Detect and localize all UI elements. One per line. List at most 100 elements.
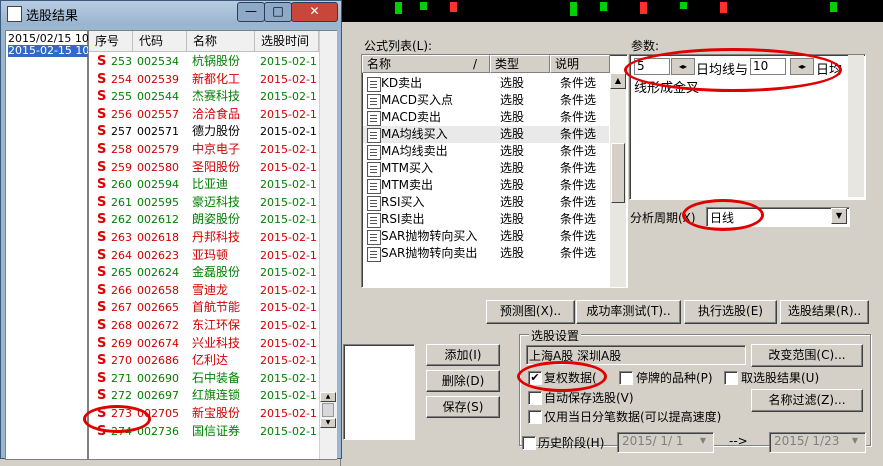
signal-marker: S bbox=[97, 124, 107, 140]
name-filter-button[interactable]: 名称过滤(Z)... bbox=[751, 389, 863, 412]
formula-row[interactable]: KD卖出 选股 条件选 bbox=[363, 75, 609, 92]
signal-marker: S bbox=[97, 71, 107, 87]
table-row[interactable]: S 261 002595 豪迈科技 2015-02-1 bbox=[89, 194, 319, 211]
history-checkbox[interactable] bbox=[522, 436, 536, 450]
table-row[interactable]: S 258 002579 中京电子 2015-02-1 bbox=[89, 141, 319, 158]
suspended-checkbox[interactable] bbox=[619, 371, 633, 385]
row-index: 272 bbox=[111, 389, 132, 403]
select-time: 2015-02-1 bbox=[260, 424, 317, 438]
stock-code: 002539 bbox=[137, 72, 179, 86]
formula-row[interactable]: MACD卖出 选股 条件选 bbox=[363, 109, 609, 126]
col-time[interactable]: 选股时间 bbox=[255, 31, 319, 52]
select-time: 2015-02-1 bbox=[260, 266, 317, 280]
formula-col-name[interactable]: 名称 / bbox=[362, 55, 490, 73]
result-window-titlebar[interactable]: 选股结果 — □ ✕ bbox=[1, 1, 341, 25]
result-scrollbar[interactable]: ▲ ▼ bbox=[319, 31, 337, 459]
select-time: 2015-02-1 bbox=[260, 107, 317, 121]
formula-type: 选股 bbox=[500, 127, 525, 141]
formula-row[interactable]: SAR抛物转向买入 选股 条件选 bbox=[363, 228, 609, 245]
chevron-down-icon[interactable]: ▼ bbox=[831, 208, 847, 224]
result-label: 取选股结果(U) bbox=[741, 371, 820, 385]
row-index: 263 bbox=[111, 231, 132, 244]
scroll-up-icon[interactable]: ▲ bbox=[610, 73, 626, 89]
success-test-button[interactable]: 成功率测试(T).. bbox=[576, 300, 681, 324]
col-code[interactable]: 代码 bbox=[133, 31, 187, 52]
scroll-down-icon[interactable]: ▼ bbox=[320, 418, 336, 428]
row-index: 267 bbox=[111, 301, 132, 315]
stock-code: 002697 bbox=[137, 389, 179, 403]
table-row[interactable]: S 259 002580 圣阳股份 2015-02-1 bbox=[89, 159, 319, 176]
col-index[interactable]: 序号 bbox=[89, 31, 133, 52]
table-row[interactable]: S 254 002539 新都化工 2015-02-1 bbox=[89, 71, 319, 88]
params-scrollbar[interactable] bbox=[848, 55, 864, 197]
save-button[interactable]: 保存(S) bbox=[426, 396, 500, 418]
formula-row[interactable]: RSI买入 选股 条件选 bbox=[363, 194, 609, 211]
formula-row[interactable]: MA均线卖出 选股 条件选 bbox=[363, 143, 609, 160]
stock-code: 002557 bbox=[137, 107, 179, 121]
formula-row[interactable]: RSI卖出 选股 条件选 bbox=[363, 211, 609, 228]
select-time: 2015-02-1 bbox=[260, 319, 317, 332]
formula-row[interactable]: MA均线买入 选股 条件选 bbox=[363, 126, 609, 143]
autosave-checkbox[interactable] bbox=[528, 391, 542, 405]
annotation-ellipse-params bbox=[624, 48, 842, 92]
date-arrow: --> bbox=[729, 434, 748, 448]
formula-list[interactable]: 名称 / 类型 说明 KD卖出 选股 条件选 MACD买入点 选股 条件选 MACD卖出 选股… bbox=[361, 54, 628, 288]
change-range-button[interactable]: 改变范围(C)... bbox=[751, 344, 863, 367]
formula-row[interactable]: MTM买入 选股 条件选 bbox=[363, 160, 609, 177]
formula-col-type[interactable]: 类型 bbox=[490, 55, 550, 73]
table-row[interactable]: S 253 002534 杭锅股份 2015-02-1 bbox=[89, 53, 319, 70]
minute-checkbox[interactable] bbox=[528, 410, 542, 424]
table-row[interactable]: S 264 002623 亚玛顿 2015-02-1 bbox=[89, 247, 319, 264]
date-to-input[interactable]: 2015/ 1/23 ▼ bbox=[769, 432, 866, 453]
execute-button[interactable]: 执行选股(E) bbox=[684, 300, 777, 324]
col-name[interactable]: 名称 bbox=[187, 31, 255, 52]
row-index: 266 bbox=[111, 283, 132, 297]
stock-name: 朗姿股份 bbox=[192, 212, 241, 227]
minimize-icon[interactable]: — bbox=[237, 2, 265, 22]
row-index: 259 bbox=[111, 160, 132, 174]
table-row[interactable]: S 257 002571 德力股份 2015-02-1 bbox=[89, 123, 319, 140]
delete-button[interactable]: 删除(D) bbox=[426, 370, 500, 392]
formula-scrollbar[interactable]: ▲ bbox=[610, 73, 626, 287]
stock-code: 002595 bbox=[137, 195, 179, 209]
table-row[interactable]: S 271 002690 石中装备 2015-02-1 bbox=[89, 370, 319, 387]
calendar-dropdown-icon[interactable]: ▼ bbox=[695, 433, 711, 450]
table-row[interactable]: S 263 002618 丹邦科技 2015-02-1 bbox=[89, 229, 319, 246]
window-icon bbox=[7, 6, 22, 22]
table-row[interactable]: S 268 002672 东江环保 2015-02-1 bbox=[89, 317, 319, 334]
scroll-thumb[interactable] bbox=[611, 143, 625, 203]
table-row[interactable]: S 265 002624 金磊股份 2015-02-1 bbox=[89, 264, 319, 281]
formula-row[interactable]: MTM卖出 选股 条件选 bbox=[363, 177, 609, 194]
table-row[interactable]: S 262 002612 朗姿股份 2015-02-1 bbox=[89, 211, 319, 228]
result-button[interactable]: 选股结果(R).. bbox=[780, 300, 869, 324]
scroll-up-icon[interactable]: ▲ bbox=[320, 392, 336, 402]
table-row[interactable]: S 256 002557 洽洽食品 2015-02-1 bbox=[89, 106, 319, 123]
table-row[interactable]: S 269 002674 兴业科技 2015-02-1 bbox=[89, 335, 319, 352]
close-icon[interactable]: ✕ bbox=[291, 2, 338, 22]
date-item-selected[interactable]: 2015-02-15 10 bbox=[8, 45, 88, 57]
stock-name: 首航节能 bbox=[192, 300, 241, 315]
scroll-thumb[interactable] bbox=[322, 403, 334, 417]
maximize-icon[interactable]: □ bbox=[264, 2, 292, 22]
selected-list-box[interactable] bbox=[343, 344, 415, 440]
table-row[interactable]: S 267 002665 首航节能 2015-02-1 bbox=[89, 299, 319, 316]
stock-name: 丹邦科技 bbox=[192, 230, 241, 244]
formula-col-desc[interactable]: 说明 bbox=[550, 55, 610, 73]
result-table[interactable]: 序号 代码 名称 选股时间 S 253 002534 杭锅股份 2015-02-1 S 25… bbox=[88, 30, 337, 460]
select-time: 2015-02-1 bbox=[260, 231, 317, 244]
table-row[interactable]: S 266 002658 雪迪龙 2015-02-1 bbox=[89, 282, 319, 299]
add-button[interactable]: 添加(I) bbox=[426, 344, 500, 366]
formula-row[interactable]: MACD买入点 选股 条件选 bbox=[363, 92, 609, 109]
table-row[interactable]: S 270 002686 亿利达 2015-02-1 bbox=[89, 352, 319, 369]
formula-row[interactable]: SAR抛物转向卖出 选股 条件选 bbox=[363, 245, 609, 262]
date-list[interactable]: 2015/02/15 10 2015-02-15 10 bbox=[5, 30, 88, 460]
preview-button[interactable]: 预测图(X).. bbox=[486, 300, 575, 324]
table-row[interactable]: S 255 002544 杰赛科技 2015-02-1 bbox=[89, 88, 319, 105]
date-item[interactable]: 2015/02/15 10 bbox=[8, 33, 88, 45]
table-row[interactable]: S 272 002697 红旗连锁 2015-02-1 bbox=[89, 387, 319, 404]
formula-type: 选股 bbox=[500, 144, 525, 158]
calendar-dropdown-icon[interactable]: ▼ bbox=[847, 433, 863, 450]
table-row[interactable]: S 260 002594 比亚迪 2015-02-1 bbox=[89, 176, 319, 193]
date-from-input[interactable]: 2015/ 1/ 1 ▼ bbox=[617, 432, 714, 453]
result-checkbox[interactable] bbox=[724, 371, 738, 385]
